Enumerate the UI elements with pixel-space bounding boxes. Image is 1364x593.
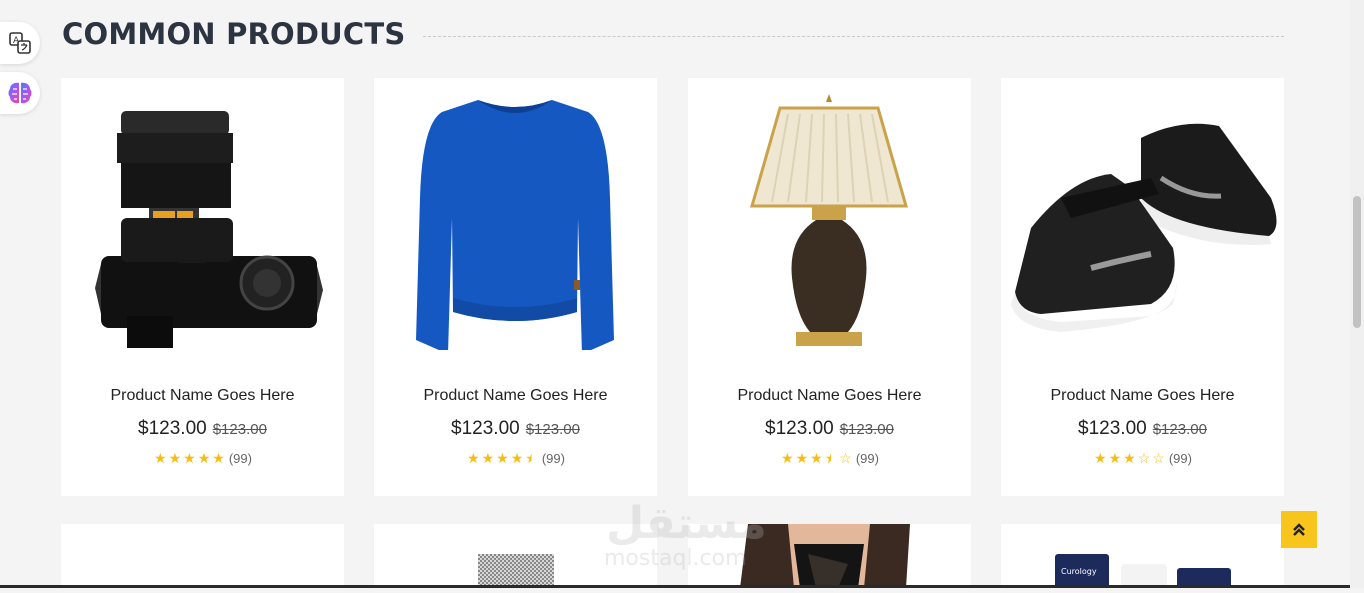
product-image-sweater[interactable] [374,78,657,350]
side-toolbar: A [0,22,46,122]
product-card[interactable]: Curology [1001,524,1284,588]
product-name[interactable]: Product Name Goes Here [1001,387,1284,405]
product-image-skincare[interactable]: Curology [1001,524,1284,588]
star-full-icon: ★ [510,450,524,466]
product-name[interactable]: Product Name Goes Here [374,387,657,405]
product-card[interactable] [61,524,344,588]
star-full-icon: ★ [168,450,182,466]
product-prices: $123.00 $123.00 [374,418,657,440]
product-name[interactable]: Product Name Goes Here [61,387,344,405]
product-prices: $123.00 $123.00 [1001,418,1284,440]
product-card[interactable]: Product Name Goes Here $123.00 $123.00 ★ ★… [688,78,971,496]
star-full-icon: ★ [496,450,509,466]
product-card[interactable]: Product Name Goes Here $123.00 $123.00 ★ ★… [61,78,344,496]
star-full-icon: ★ [183,450,196,466]
product-card[interactable]: Product Name Goes Here $123.00 $123.00 ★ ★… [1001,78,1284,496]
star-half-icon: ★ [824,450,838,466]
product-price: $123.00 [1078,418,1147,439]
product-prices: $123.00 $123.00 [688,418,971,440]
brain-icon [8,82,32,104]
star-full-icon: ★ [1094,450,1107,466]
watermark-arabic: مستقل [606,498,767,549]
product-rating: ★ ★ ★ ★ ☆ (99) [688,450,971,467]
product-image-lamp[interactable] [688,78,971,350]
star-full-icon: ★ [1123,450,1136,466]
scroll-to-top-button[interactable] [1281,511,1317,548]
star-empty-icon: ☆ [839,450,852,466]
review-count: (99) [1168,451,1192,466]
star-empty-icon: ☆ [1152,450,1165,466]
product-price: $123.00 [451,418,520,439]
star-full-icon: ★ [810,450,823,466]
product-rating: ★ ★ ★ ☆ ☆ (99) [1001,450,1284,467]
section-header: COMMON PRODUCTS [62,14,1284,54]
section-divider [423,35,1284,37]
product-image-camera[interactable] [61,78,344,350]
product-prices: $123.00 $123.00 [61,418,344,440]
product-old-price: $123.00 [839,421,894,438]
double-chevron-up-icon [1293,522,1305,536]
watermark-latin: mostaql.com [604,546,747,571]
section-title: COMMON PRODUCTS [62,17,406,51]
review-count: (99) [855,451,879,466]
product-rating: ★ ★ ★ ★ ★ (99) [374,450,657,467]
star-full-icon: ★ [467,450,480,466]
star-full-icon: ★ [154,450,167,466]
product-name[interactable]: Product Name Goes Here [688,387,971,405]
star-full-icon: ★ [1108,450,1122,466]
star-full-icon: ★ [212,450,225,466]
page-scrollbar[interactable] [1350,0,1364,588]
star-empty-icon: ☆ [1137,450,1151,466]
star-full-icon: ★ [795,450,809,466]
product-rating: ★ ★ ★ ★ ★ (99) [61,450,344,467]
product-price: $123.00 [138,418,207,439]
scrollbar-thumb[interactable] [1353,196,1361,328]
product-card[interactable]: Product Name Goes Here $123.00 $123.00 ★ ★… [374,78,657,496]
translate-button[interactable]: A [0,22,40,64]
product-price: $123.00 [765,418,834,439]
product-old-price: $123.00 [212,421,267,438]
star-full-icon: ★ [197,450,211,466]
ai-assistant-button[interactable] [0,72,40,114]
review-count: (99) [228,451,252,466]
product-image-sneakers[interactable] [1001,78,1284,350]
product-old-price: $123.00 [525,421,580,438]
product-old-price: $123.00 [1152,421,1207,438]
svg-text:Curology: Curology [1061,567,1097,576]
review-count: (99) [541,451,565,466]
star-full-icon: ★ [481,450,495,466]
star-half-icon: ★ [525,450,538,466]
star-full-icon: ★ [781,450,794,466]
translate-icon: A [9,32,31,54]
watermark: مستقل mostaql.com [602,498,767,578]
